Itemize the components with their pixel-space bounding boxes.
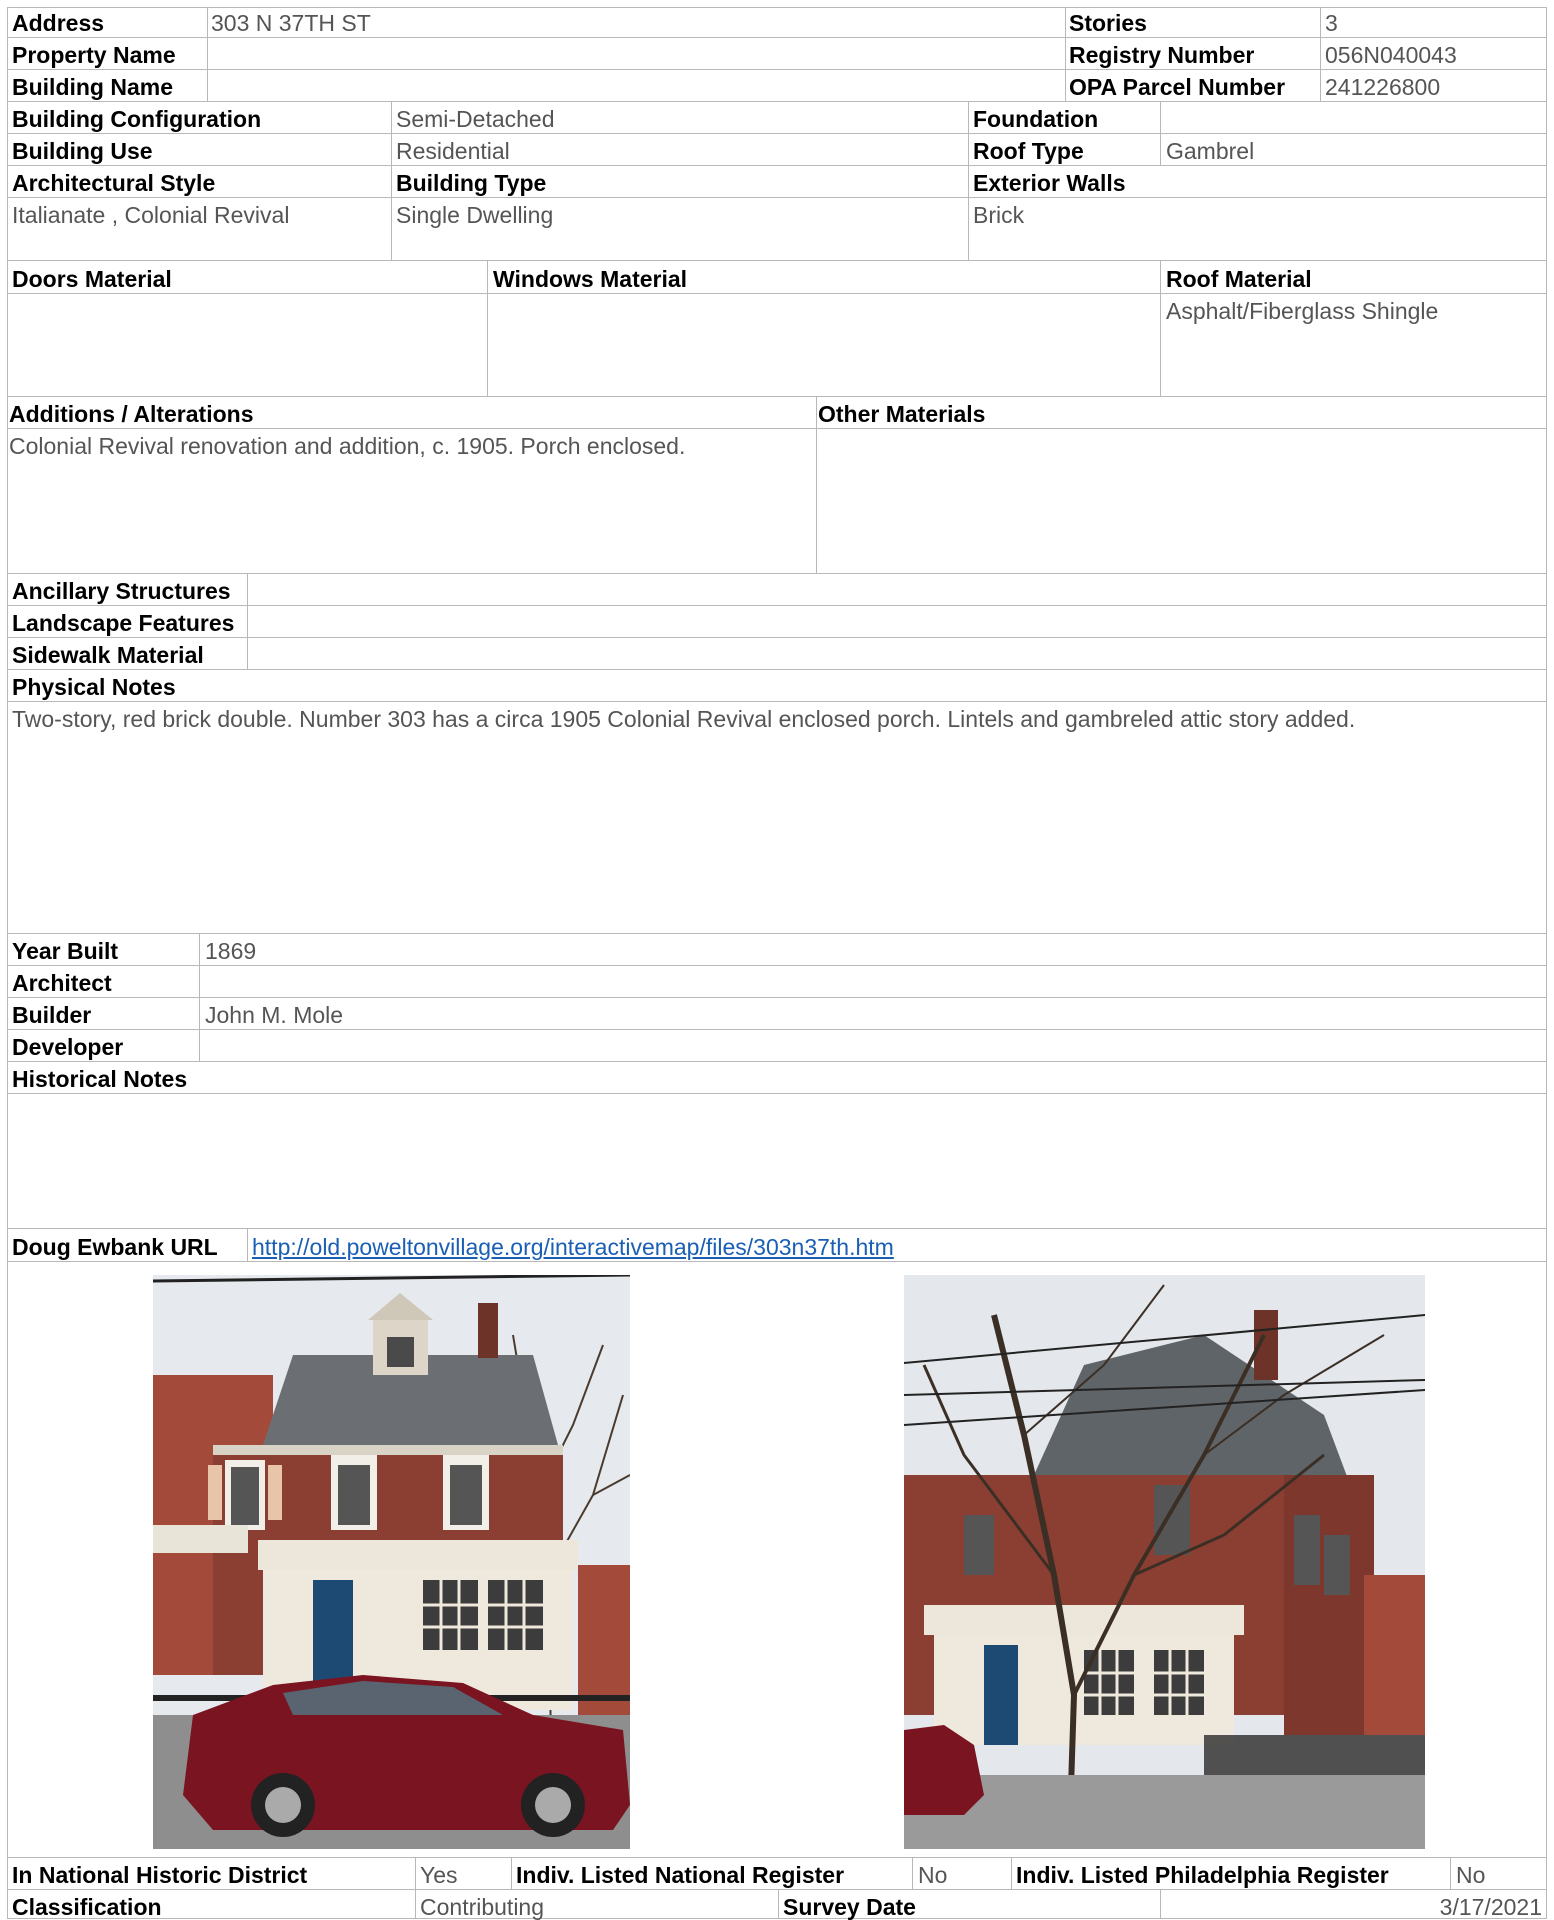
stories-label: Stories xyxy=(1069,10,1147,36)
building-configuration-value: Semi-Detached xyxy=(396,106,555,132)
roof-type-label: Roof Type xyxy=(973,138,1084,164)
survey-date-value: 3/17/2021 xyxy=(1439,1894,1542,1920)
roof-material-label: Roof Material xyxy=(1166,266,1312,292)
survey-date-label: Survey Date xyxy=(783,1894,916,1920)
property-record-sheet: Address 303 N 37TH ST Stories 3 Property… xyxy=(0,0,1554,1920)
indiv-national-register-value: No xyxy=(918,1862,948,1888)
stories-value: 3 xyxy=(1325,10,1338,36)
architectural-style-value: Italianate , Colonial Revival xyxy=(12,202,290,228)
builder-label: Builder xyxy=(12,1002,92,1028)
house-front-photo xyxy=(153,1275,630,1849)
opa-parcel-number-label: OPA Parcel Number xyxy=(1069,74,1286,100)
roof-material-value: Asphalt/Fiberglass Shingle xyxy=(1166,298,1439,324)
building-use-label: Building Use xyxy=(12,138,153,164)
year-built-value: 1869 xyxy=(205,938,257,964)
physical-notes-value: Two-story, red brick double. Number 303 … xyxy=(12,706,1356,732)
indiv-philadelphia-register-value: No xyxy=(1456,1862,1486,1888)
opa-parcel-number-value: 241226800 xyxy=(1325,74,1441,100)
national-historic-district-label: In National Historic District xyxy=(12,1862,308,1888)
house-side-photo xyxy=(904,1275,1425,1849)
exterior-walls-label: Exterior Walls xyxy=(973,170,1126,196)
building-type-label: Building Type xyxy=(396,170,547,196)
windows-material-label: Windows Material xyxy=(493,266,688,292)
year-built-label: Year Built xyxy=(12,938,119,964)
roof-type-value: Gambrel xyxy=(1166,138,1255,164)
building-name-label: Building Name xyxy=(12,74,174,100)
registry-number-value: 056N040043 xyxy=(1325,42,1457,68)
ancillary-structures-label: Ancillary Structures xyxy=(12,578,231,604)
architectural-style-label: Architectural Style xyxy=(12,170,216,196)
exterior-walls-value: Brick xyxy=(973,202,1025,228)
additions-alterations-label: Additions / Alterations xyxy=(9,401,254,427)
additions-alterations-value: Colonial Revival renovation and addition… xyxy=(9,433,686,459)
indiv-national-register-label: Indiv. Listed National Register xyxy=(516,1862,845,1888)
building-configuration-label: Building Configuration xyxy=(12,106,262,132)
developer-label: Developer xyxy=(12,1034,124,1060)
registry-number-label: Registry Number xyxy=(1069,42,1255,68)
national-historic-district-value: Yes xyxy=(420,1862,458,1888)
property-name-label: Property Name xyxy=(12,42,176,68)
doug-ewbank-url-label: Doug Ewbank URL xyxy=(12,1234,218,1260)
building-type-value: Single Dwelling xyxy=(396,202,554,228)
historical-notes-label: Historical Notes xyxy=(12,1066,188,1092)
architect-label: Architect xyxy=(12,970,112,996)
indiv-philadelphia-register-label: Indiv. Listed Philadelphia Register xyxy=(1016,1862,1389,1888)
building-use-value: Residential xyxy=(396,138,510,164)
doors-material-label: Doors Material xyxy=(12,266,172,292)
physical-notes-label: Physical Notes xyxy=(12,674,176,700)
address-label: Address xyxy=(12,10,105,36)
address-value: 303 N 37TH ST xyxy=(211,10,371,36)
landscape-features-label: Landscape Features xyxy=(12,610,235,636)
other-materials-label: Other Materials xyxy=(818,401,986,427)
sidewalk-material-label: Sidewalk Material xyxy=(12,642,204,668)
doug-ewbank-url-link[interactable]: http://old.poweltonvillage.org/interacti… xyxy=(252,1234,894,1260)
classification-value: Contributing xyxy=(420,1894,545,1920)
classification-label: Classification xyxy=(12,1894,162,1920)
foundation-label: Foundation xyxy=(973,106,1099,132)
builder-value: John M. Mole xyxy=(205,1002,344,1028)
